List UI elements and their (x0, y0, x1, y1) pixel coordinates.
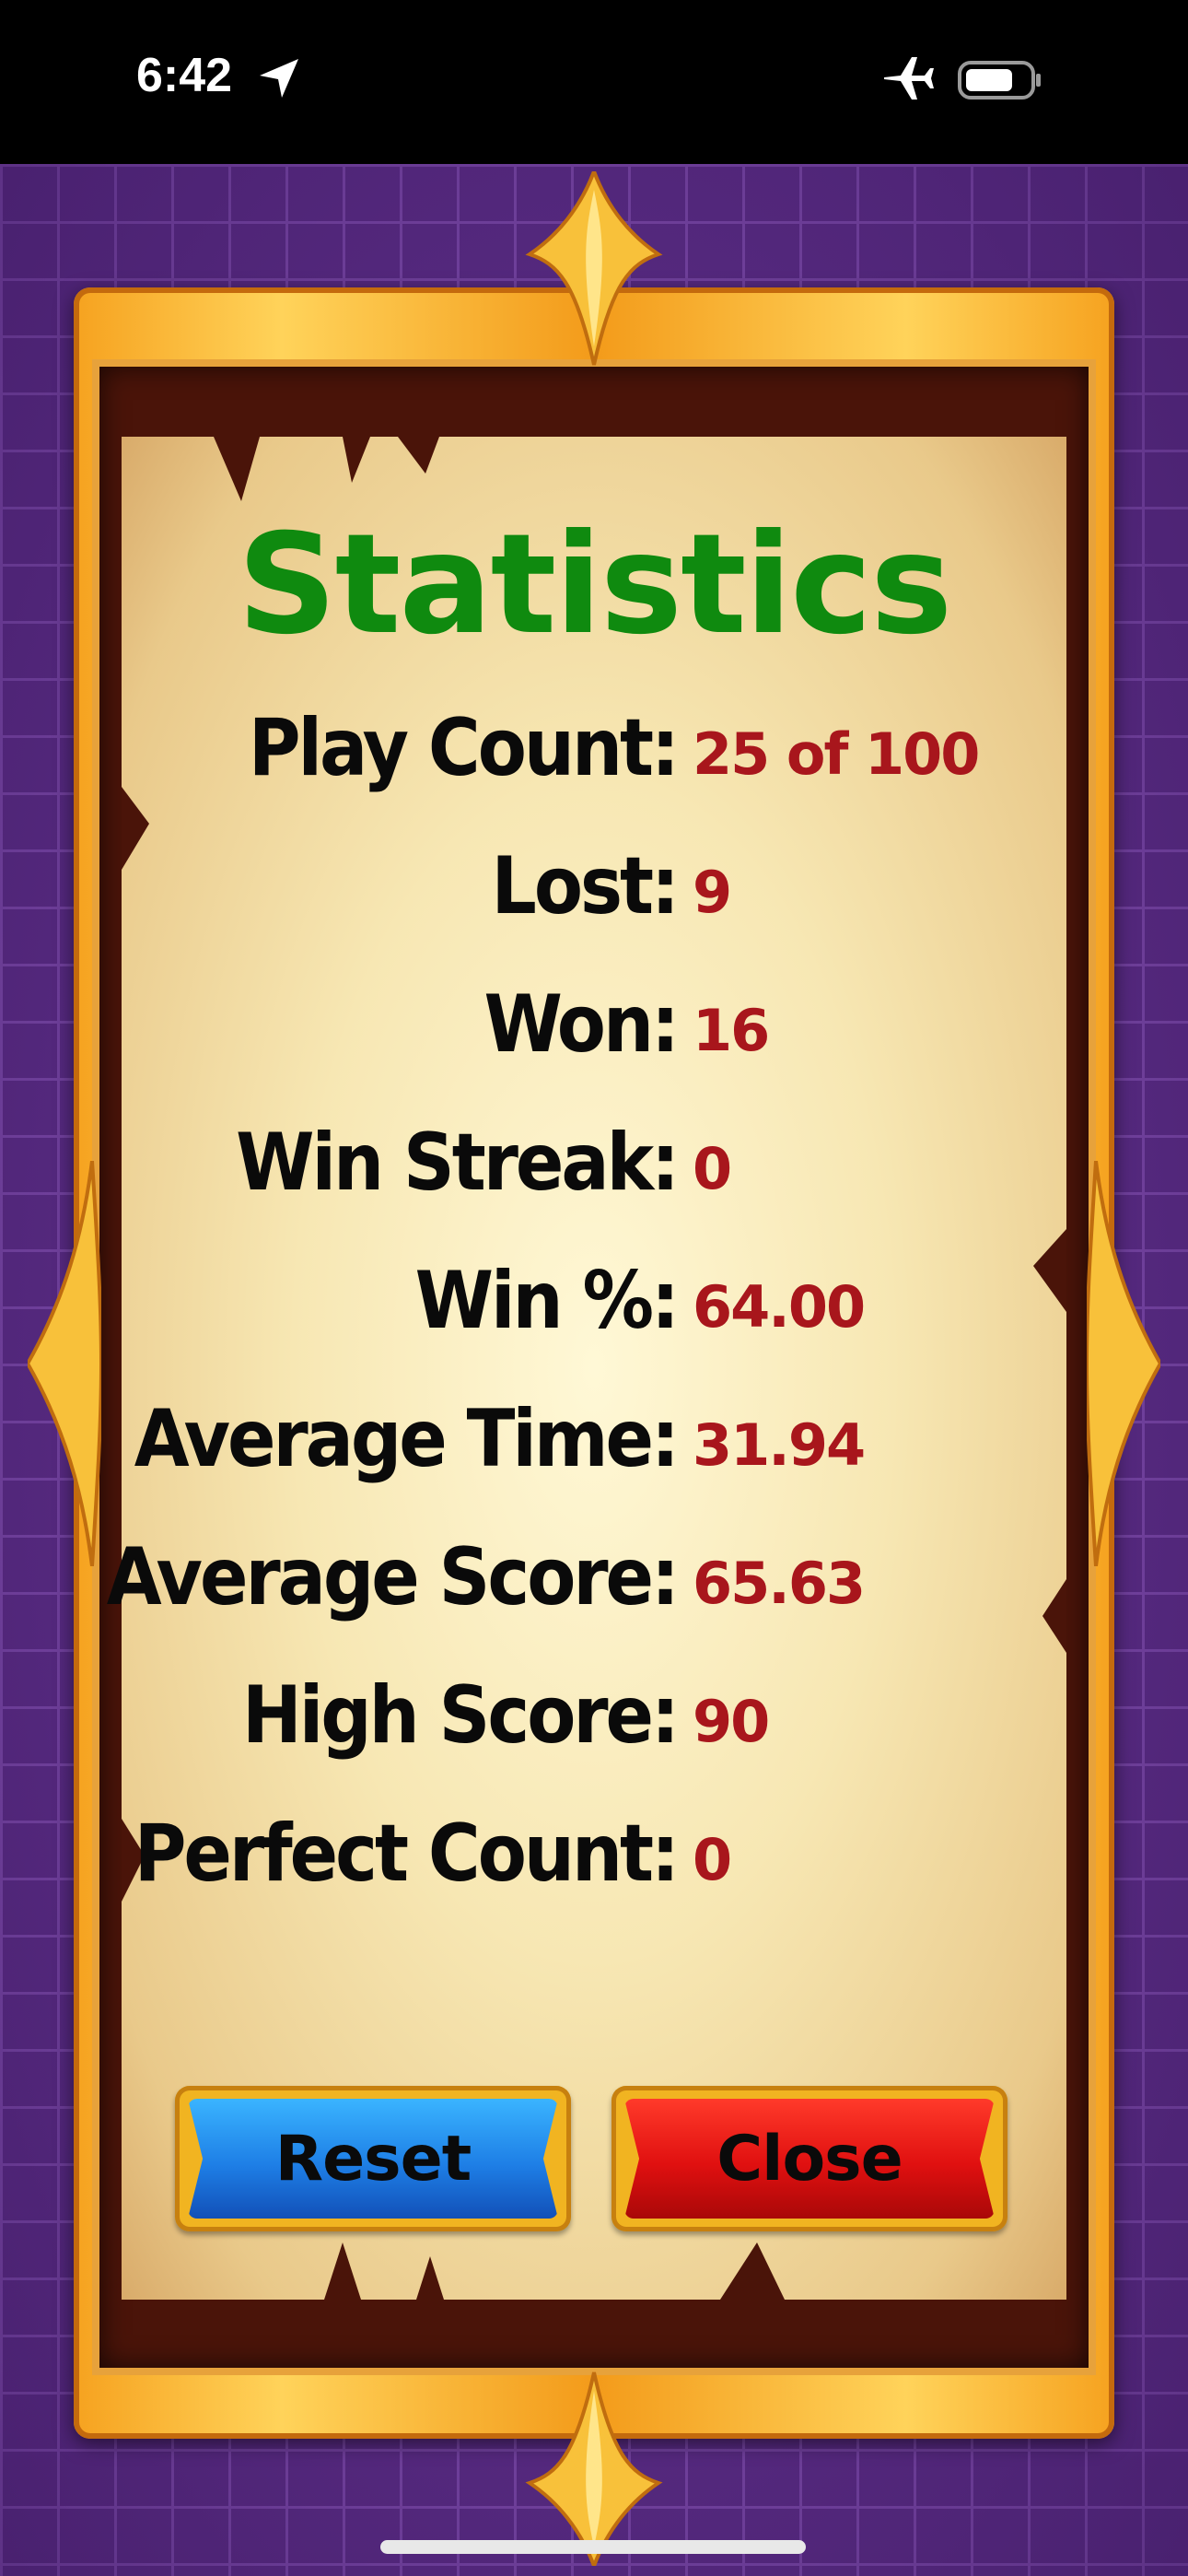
stat-value: 64.00 (693, 1273, 866, 1341)
stat-value: 9 (693, 859, 732, 926)
home-indicator[interactable] (380, 2540, 806, 2554)
stat-value: 0 (693, 1826, 732, 1893)
stat-value: 31.94 (693, 1411, 866, 1479)
stat-row-win-streak: Win Streak: 0 (0, 1117, 1188, 1227)
fleur-ornament-bottom-icon (520, 2363, 668, 2571)
stat-value: 25 of 100 (693, 720, 980, 788)
reset-button[interactable]: Reset (175, 2086, 571, 2231)
stat-value: 16 (693, 997, 770, 1064)
status-bar: 6:42 (0, 0, 1188, 164)
stat-value: 65.63 (693, 1550, 866, 1617)
fleur-ornament-icon (520, 166, 668, 378)
stat-row-play-count: Play Count: 25 of 100 (0, 702, 1188, 813)
stat-label: Perfect Count: (134, 1808, 680, 1900)
stat-label: Average Time: (134, 1393, 680, 1485)
stat-row-lost: Lost: 9 (0, 840, 1188, 951)
stat-row-won: Won: 16 (0, 978, 1188, 1089)
stat-label: Lost: (491, 840, 680, 932)
stat-value: 0 (693, 1135, 732, 1202)
stat-row-perfect-count: Perfect Count: 0 (0, 1808, 1188, 1918)
close-button-label: Close (716, 2122, 903, 2195)
stat-label: Win %: (414, 1255, 680, 1347)
airplane-icon (880, 55, 936, 105)
stat-label: Average Score: (106, 1531, 680, 1623)
stat-row-high-score: High Score: 90 (0, 1669, 1188, 1780)
stat-label: Win Streak: (236, 1117, 680, 1209)
reset-button-label: Reset (274, 2122, 472, 2195)
stat-value: 90 (693, 1688, 770, 1755)
close-button-face[interactable]: Close (624, 2099, 995, 2219)
status-time: 6:42 (136, 49, 233, 102)
reset-button-face[interactable]: Reset (188, 2099, 558, 2219)
stat-label: Play Count: (248, 702, 680, 794)
close-button[interactable]: Close (611, 2086, 1007, 2231)
stat-row-win-percent: Win %: 64.00 (0, 1255, 1188, 1365)
stat-label: Won: (483, 978, 680, 1071)
stat-row-average-score: Average Score: 65.63 (0, 1531, 1188, 1642)
stat-label: High Score: (242, 1669, 680, 1762)
battery-icon (958, 59, 1042, 105)
location-arrow-icon (258, 57, 300, 103)
dialog-title: Statistics (237, 505, 953, 665)
stat-row-average-time: Average Time: 31.94 (0, 1393, 1188, 1504)
